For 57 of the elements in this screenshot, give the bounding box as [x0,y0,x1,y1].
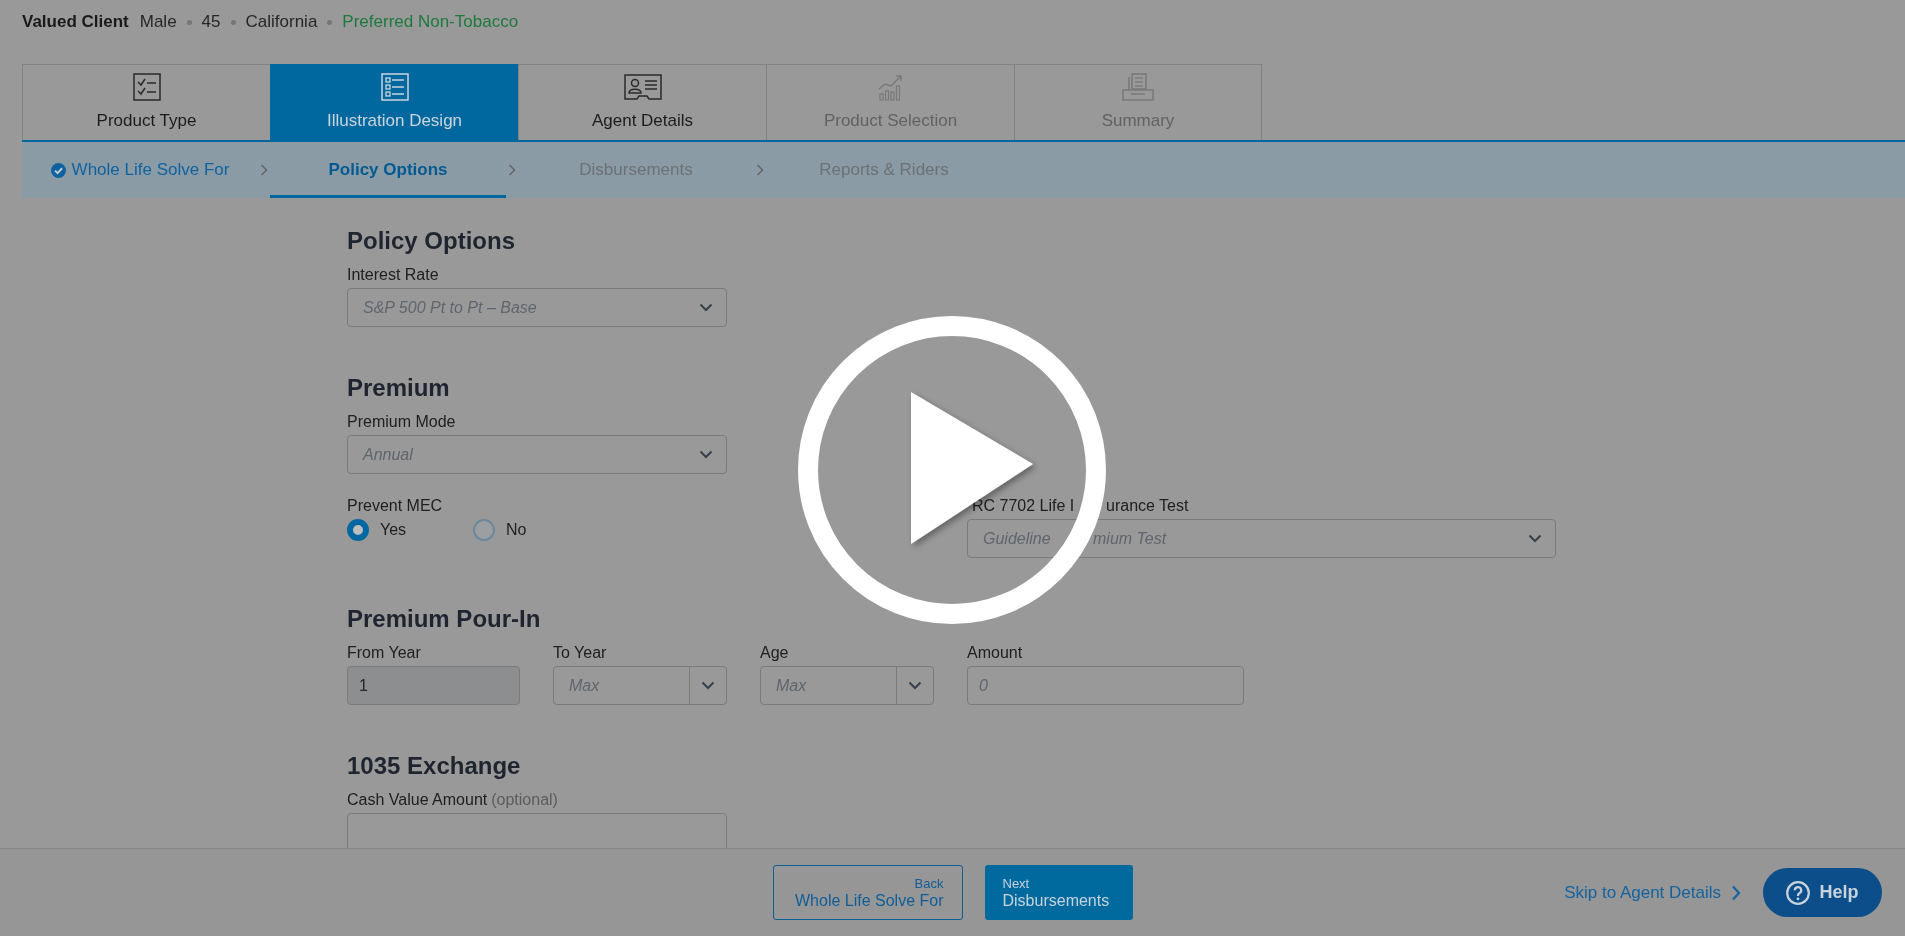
field-label: Amount [967,643,1023,663]
optional-note: (optional) [491,790,558,810]
field-label: Age [760,643,789,663]
step-link[interactable]: Whole Life Solve For [22,142,258,198]
checklist-icon [132,73,161,101]
chevron-right-icon [1731,884,1741,901]
section-heading: Premium Pour-In [347,605,542,633]
client-detail: California [245,12,318,32]
separator-dot-icon [230,19,236,25]
help-button[interactable]: Help [1763,868,1882,917]
chevron-down-icon [701,681,715,690]
document-tray-icon [1122,73,1154,101]
section-heading: Premium [347,374,451,402]
text-field[interactable]: 0 [967,666,1244,705]
radio-label: No [506,520,527,540]
bar-chart-icon [876,73,905,101]
dropdown[interactable]: Annual [347,435,727,474]
dropdown[interactable]: S&P 500 Pt to Pt – Base [347,288,727,327]
client-detail: Preferred Non-Tobacco [342,12,519,32]
chevron-down-icon [699,303,713,312]
dropdown[interactable]: Guideline mium Test [967,519,1556,558]
chevron-right-icon [756,164,764,176]
client-detail: 45 [201,12,221,32]
radio-button[interactable] [473,519,495,541]
chevron-down-icon [699,450,713,459]
separator-dot-icon [186,19,192,25]
client-name: Valued Client [22,12,129,32]
chevron-right-icon [508,164,516,176]
field-label: Premium Mode [347,412,456,432]
help-icon [1786,880,1811,905]
chevron-down-icon [908,681,922,690]
step-link[interactable]: Policy Options [270,142,506,198]
check-circle-icon [50,162,66,178]
combo-field[interactable]: Max [760,666,934,705]
step-tab[interactable]: Agent Details [518,64,766,140]
client-detail: Male [139,12,177,32]
field-label: To Year [553,643,607,663]
step-tab[interactable]: Illustration Design [270,64,518,140]
field-label: Cash Value Amount [347,790,488,810]
section-heading: 1035 Exchange [347,752,522,780]
chevron-down-icon [1528,534,1542,543]
section-heading: Policy Options [347,227,517,255]
field-label: Prevent MEC [347,496,443,516]
id-card-icon [623,73,662,101]
back-button[interactable]: Back Whole Life Solve For [772,865,963,920]
chevron-right-icon [260,164,268,176]
radio-button[interactable] [347,519,369,541]
field-label: From Year [347,643,421,663]
next-button[interactable]: Next Disbursements [984,865,1133,920]
radio-label: Yes [380,520,407,540]
skip-link[interactable]: Skip to Agent Details [1564,882,1741,903]
field-label: urance Test [1106,497,1189,514]
form-list-icon [380,73,409,101]
step-tab[interactable]: Product Type [22,64,270,140]
separator-dot-icon [327,19,333,25]
combo-field[interactable]: Max [553,666,727,705]
field-label: Interest Rate [347,265,439,285]
